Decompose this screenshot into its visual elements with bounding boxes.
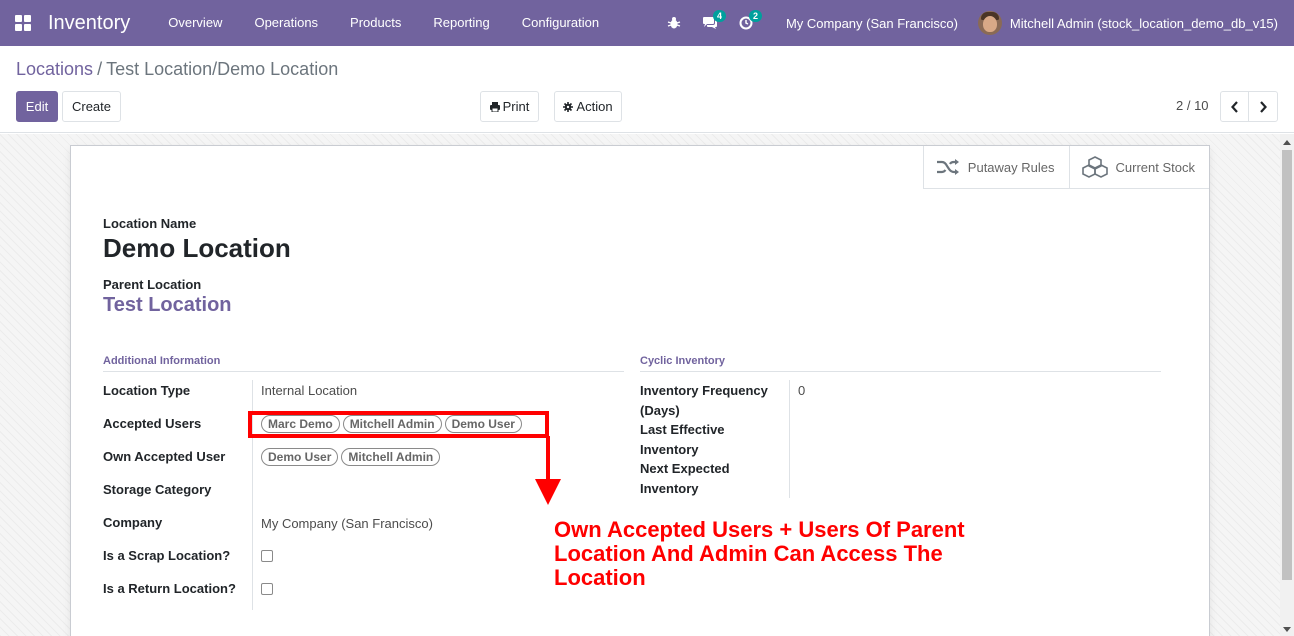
menu-reporting[interactable]: Reporting xyxy=(417,0,505,46)
apps-menu-icon[interactable] xyxy=(0,0,46,46)
create-button[interactable]: Create xyxy=(62,91,121,122)
action-label: Action xyxy=(576,99,613,114)
messages-count-badge: 4 xyxy=(712,10,726,22)
print-label: Print xyxy=(502,99,530,114)
pager-previous-button[interactable] xyxy=(1220,91,1249,122)
breadcrumb-locations-link[interactable]: Locations xyxy=(16,59,93,79)
breadcrumb-current: Test Location/Demo Location xyxy=(106,59,339,79)
storage-category-label: Storage Category xyxy=(103,482,212,497)
additional-info-group-title: Additional Information xyxy=(103,355,624,372)
control-panel: Locations / Test Location/Demo Location Ed… xyxy=(0,46,1294,133)
parent-location-label: Parent Location xyxy=(103,277,202,292)
edit-button[interactable]: Edit xyxy=(16,91,58,122)
annotation-highlight-box xyxy=(248,411,549,438)
inventory-frequency-label-line1: Inventory Frequency xyxy=(640,383,768,398)
user-name: Mitchell Admin (stock_location_demo_db_v… xyxy=(1009,15,1278,31)
annotation-arrow-head xyxy=(535,479,561,505)
scrap-location-checkbox[interactable] xyxy=(261,550,273,562)
cyclic-inventory-group-title: Cyclic Inventory xyxy=(640,355,1161,372)
annotation-arrow-shaft xyxy=(546,436,550,482)
current-stock-button[interactable]: Current Stock xyxy=(1068,146,1209,189)
return-location-checkbox[interactable] xyxy=(261,583,273,595)
app-title[interactable]: Inventory xyxy=(46,12,130,35)
company-switcher[interactable]: My Company (San Francisco) xyxy=(764,16,978,31)
vertical-scrollbar[interactable] xyxy=(1280,134,1294,636)
company-value: My Company (San Francisco) xyxy=(261,516,433,531)
avatar xyxy=(977,11,1002,35)
annotation-line-1: Own Accepted Users + Users Of Parent xyxy=(554,517,965,542)
location-name-value: Demo Location xyxy=(103,233,291,263)
activities-clock-icon[interactable]: 2 xyxy=(728,0,764,46)
chevron-right-icon xyxy=(1260,100,1267,113)
menu-operations[interactable]: Operations xyxy=(238,0,334,46)
putaway-rules-label: Putaway Rules xyxy=(967,159,1055,175)
chevron-left-icon xyxy=(1230,100,1238,113)
pager-value[interactable]: 2 / 10 xyxy=(1176,98,1209,113)
smart-button-box: Putaway Rules Current Stock xyxy=(922,146,1209,189)
last-effective-label-line2: Inventory xyxy=(640,441,699,457)
action-button[interactable]: Action xyxy=(554,91,622,122)
print-button[interactable]: Print xyxy=(480,91,539,122)
top-navbar: Inventory Overview Operations Products R… xyxy=(0,0,1294,46)
location-type-value: Internal Location xyxy=(261,383,358,398)
menu-configuration[interactable]: Configuration xyxy=(506,0,615,46)
annotation-line-3: Location xyxy=(554,565,646,590)
putaway-rules-button[interactable]: Putaway Rules xyxy=(922,146,1069,189)
inventory-frequency-label-line2: (Days) xyxy=(640,402,680,418)
annotation-line-2: Location And Admin Can Access The xyxy=(554,541,943,566)
next-expected-inventory-label: Next Expected Inventory xyxy=(640,459,730,498)
menu-products[interactable]: Products xyxy=(334,0,417,46)
cubes-icon xyxy=(1081,156,1108,178)
parent-location-link[interactable]: Test Location xyxy=(103,294,232,317)
location-name-label: Location Name xyxy=(103,216,197,231)
last-effective-label-line1: Last Effective xyxy=(640,422,725,437)
cyclic-inventory-separator xyxy=(789,380,790,498)
location-type-label: Location Type xyxy=(103,383,191,398)
next-expected-label-line2: Inventory xyxy=(640,480,699,496)
company-label: Company xyxy=(103,515,163,530)
scroll-down-arrow-icon[interactable] xyxy=(1283,627,1291,632)
scroll-up-arrow-icon[interactable] xyxy=(1283,140,1291,145)
messages-icon[interactable]: 4 xyxy=(692,0,728,46)
breadcrumb-separator: / xyxy=(97,59,103,79)
last-effective-inventory-label: Last Effective Inventory xyxy=(640,420,725,459)
shuffle-icon xyxy=(936,159,959,175)
print-icon xyxy=(489,101,500,112)
own-accepted-user-tags: Demo User Mitchell Admin xyxy=(261,448,441,466)
menu-overview[interactable]: Overview xyxy=(152,0,238,46)
inventory-frequency-value: 0 xyxy=(798,383,806,398)
current-stock-label: Current Stock xyxy=(1115,159,1195,175)
own-accepted-user-tag[interactable]: Mitchell Admin xyxy=(341,448,441,466)
annotation-text: Own Accepted Users + Users Of Parent Loc… xyxy=(554,518,1024,590)
next-expected-label-line1: Next Expected xyxy=(640,461,730,476)
scrap-location-label: Is a Scrap Location? xyxy=(103,548,231,563)
scrollbar-thumb[interactable] xyxy=(1282,150,1292,580)
breadcrumb: Locations / Test Location/Demo Location xyxy=(16,59,338,80)
return-location-label: Is a Return Location? xyxy=(103,581,236,596)
own-accepted-user-label: Own Accepted User xyxy=(103,449,226,464)
gear-icon xyxy=(563,101,574,112)
accepted-users-label: Accepted Users xyxy=(103,416,202,431)
inventory-frequency-label: Inventory Frequency (Days) xyxy=(640,381,768,420)
activities-count-badge: 2 xyxy=(748,10,762,22)
user-menu[interactable]: Mitchell Admin (stock_location_demo_db_v… xyxy=(977,11,1294,35)
debug-bug-icon[interactable] xyxy=(656,0,692,46)
own-accepted-user-tag[interactable]: Demo User xyxy=(261,448,339,466)
pager-next-button[interactable] xyxy=(1248,91,1278,122)
